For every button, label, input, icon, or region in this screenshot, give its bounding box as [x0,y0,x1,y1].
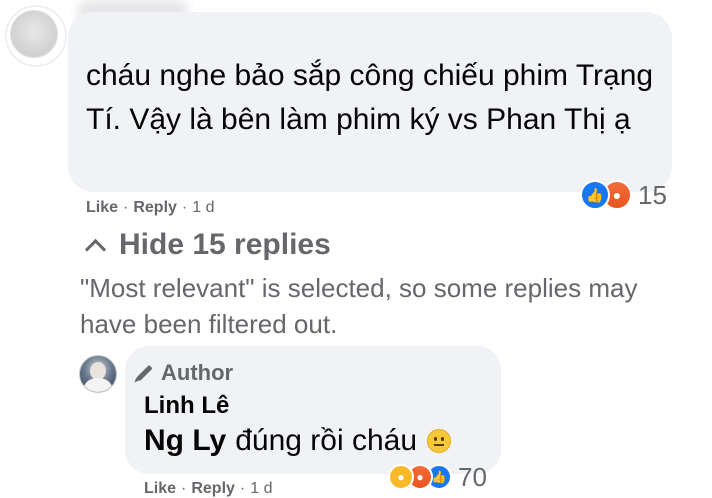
sad-icon: ● [388,464,414,490]
hide-replies-button[interactable]: Hide 15 replies [84,228,331,262]
timestamp[interactable]: 1 d [192,199,214,217]
author-avatar[interactable] [79,355,117,393]
author-badge: Author [136,360,234,386]
author-badge-label: Author [161,360,234,385]
hide-replies-label: Hide 15 replies [119,228,331,261]
comment-text: cháu nghe bảo sắp công chiếu phim Trạng … [86,59,654,136]
separator: · [123,199,129,216]
reply-reactions[interactable]: ● ● 👍 70 [388,462,487,492]
reaction-count: 70 [458,461,487,492]
reply-actions: Like · Reply · 1 d [144,480,273,498]
like-button[interactable]: Like [86,199,118,217]
timestamp[interactable]: 1 d [250,480,272,498]
like-button[interactable]: Like [144,480,176,498]
reaction-count: 15 [638,179,667,210]
filter-note: "Most relevant" is selected, so some rep… [80,273,638,339]
mention-link[interactable]: Ng Ly [144,424,226,458]
reply-body: đúng rồi cháu [235,424,418,457]
reply-button[interactable]: Reply [191,480,235,498]
commenter-avatar[interactable] [5,5,67,67]
comment-reactions[interactable]: 👍 ● 15 [580,178,667,212]
like-icon: 👍 [580,180,610,210]
comment-actions: Like · Reply · 1 d [86,199,215,217]
reply-author-name[interactable]: Linh Lê [144,392,229,420]
chevron-up-icon [84,238,107,260]
neutral-face-emoji [427,429,452,453]
separator: · [181,480,187,497]
reply-text: Ng Ly đúng rồi cháu [144,424,452,458]
separator: · [181,199,188,216]
reply-button[interactable]: Reply [133,199,177,217]
separator: · [239,480,246,497]
